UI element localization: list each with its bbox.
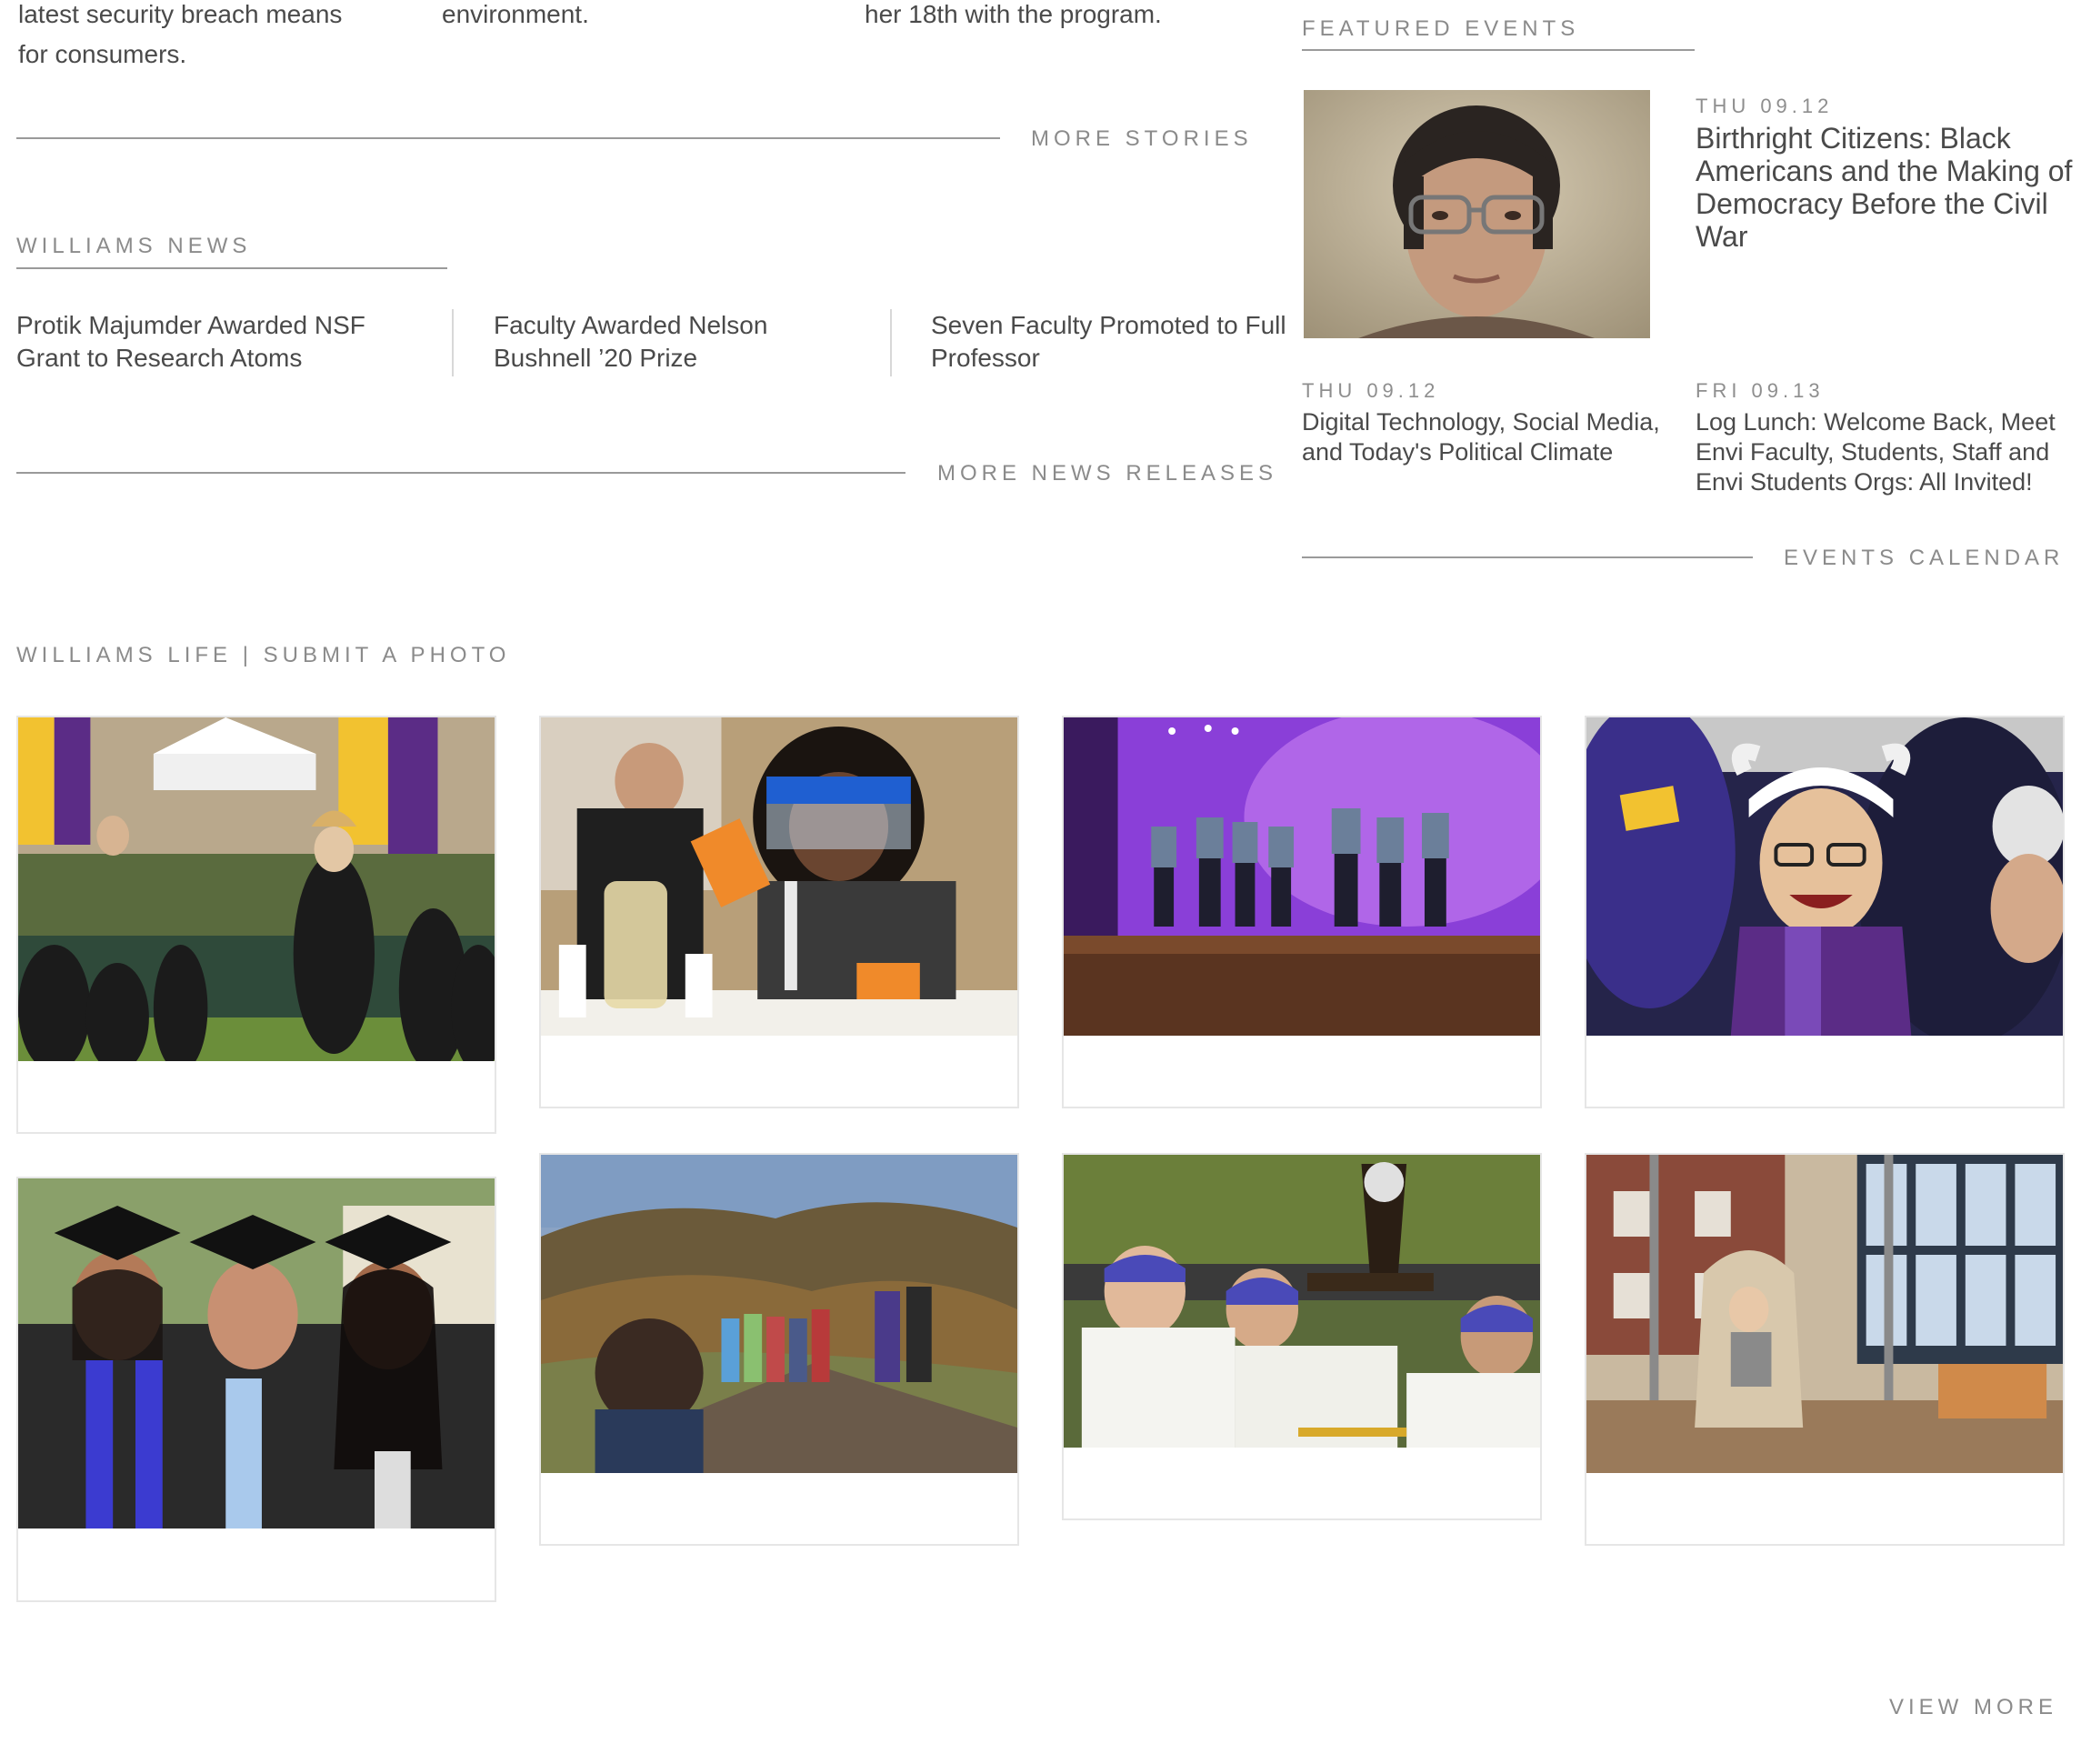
news-item-title-line: Bushnell ’20 Prize xyxy=(494,344,698,372)
news-item-title-line: Seven Faculty Promoted to Full xyxy=(931,311,1286,339)
news-item-title-line: Professor xyxy=(931,344,1040,372)
photo-card[interactable] xyxy=(539,716,1019,1108)
submit-photo-link[interactable]: SUBMIT A PHOTO xyxy=(264,643,511,667)
more-news-link[interactable]: MORE NEWS RELEASES xyxy=(937,461,1277,486)
story-snippet-line: her 18th with the program. xyxy=(865,0,1162,28)
story-snippet-3[interactable]: her 18th with the program. xyxy=(865,0,1246,35)
news-item[interactable]: Protik Majumder Awarded NSF Grant to Res… xyxy=(16,309,416,375)
story-snippet-1[interactable]: latest security breach means for consume… xyxy=(18,0,400,75)
photo-card[interactable] xyxy=(16,1177,496,1602)
photo-cheering-fans xyxy=(1586,717,2063,1036)
photo-card[interactable] xyxy=(1585,1153,2065,1546)
event-title-line: Americans and the Making of xyxy=(1696,155,2073,187)
event-title-line: Envi Faculty, Students, Staff and xyxy=(1696,438,2050,466)
life-heading-separator: | xyxy=(242,643,253,667)
photo-dance-performance xyxy=(1064,717,1540,1036)
news-item-title-line: Grant to Research Atoms xyxy=(16,344,303,372)
photo-card[interactable] xyxy=(16,716,496,1134)
story-snippet-2[interactable]: environment. xyxy=(442,0,805,35)
photo-student-lounge xyxy=(1586,1155,2063,1473)
event-title[interactable]: Log Lunch: Welcome Back, Meet Envi Facul… xyxy=(1696,407,2077,497)
news-divider xyxy=(452,309,454,376)
featured-event-title[interactable]: Birthright Citizens: Black Americans and… xyxy=(1696,122,2077,253)
more-news-rule xyxy=(16,472,905,474)
view-more-link[interactable]: VIEW MORE xyxy=(1889,1695,2057,1720)
photo-mountain-hike xyxy=(541,1155,1017,1473)
life-heading-link[interactable]: WILLIAMS LIFE xyxy=(16,643,232,667)
photo-card[interactable] xyxy=(539,1153,1019,1546)
news-divider xyxy=(890,309,892,376)
news-heading-rule xyxy=(16,267,447,269)
photo-card[interactable] xyxy=(1062,1153,1542,1520)
event-title-line: Birthright Citizens: Black xyxy=(1696,122,2011,155)
featured-event-date: THU 09.12 xyxy=(1696,95,1834,117)
events-heading: FEATURED EVENTS xyxy=(1302,16,1580,41)
news-heading: WILLIAMS NEWS xyxy=(16,234,252,258)
portrait-image xyxy=(1304,90,1650,338)
story-snippet-line: latest security breach means xyxy=(18,0,343,28)
news-item[interactable]: Faculty Awarded Nelson Bushnell ’20 Priz… xyxy=(494,309,875,375)
more-stories-link[interactable]: MORE STORIES xyxy=(1031,126,1253,152)
photo-graduates xyxy=(18,1178,495,1528)
story-snippet-line: environment. xyxy=(442,0,589,28)
event-date: THU 09.12 xyxy=(1302,379,1440,402)
event-title-line: Envi Students Orgs: All Invited! xyxy=(1696,468,2033,496)
events-calendar-rule xyxy=(1302,556,1753,558)
photo-commencement xyxy=(18,717,495,1061)
events-heading-rule xyxy=(1302,49,1695,51)
events-calendar-link[interactable]: EVENTS CALENDAR xyxy=(1784,546,2064,571)
more-stories-rule xyxy=(16,137,1000,139)
news-item-title-line: Protik Majumder Awarded NSF xyxy=(16,311,365,339)
news-item[interactable]: Seven Faculty Promoted to Full Professor xyxy=(931,309,1295,375)
photo-card[interactable] xyxy=(1585,716,2065,1108)
news-item-title-line: Faculty Awarded Nelson xyxy=(494,311,768,339)
photo-lab-science xyxy=(541,717,1017,1036)
event-title-line: Digital Technology, Social Media, xyxy=(1302,408,1660,436)
event-title-line: Log Lunch: Welcome Back, Meet xyxy=(1696,408,2056,436)
featured-event-photo[interactable] xyxy=(1304,90,1650,338)
event-title[interactable]: Digital Technology, Social Media, and To… xyxy=(1302,407,1684,467)
event-title-line: War xyxy=(1696,220,1748,253)
event-date: FRI 09.13 xyxy=(1696,379,1825,402)
life-heading-row: WILLIAMS LIFE | SUBMIT A PHOTO xyxy=(16,643,510,668)
event-title-line: Democracy Before the Civil xyxy=(1696,187,2048,220)
photo-softball-trophy xyxy=(1064,1155,1540,1448)
photo-card[interactable] xyxy=(1062,716,1542,1108)
event-title-line: and Today's Political Climate xyxy=(1302,438,1614,466)
story-snippet-line: for consumers. xyxy=(18,40,187,68)
